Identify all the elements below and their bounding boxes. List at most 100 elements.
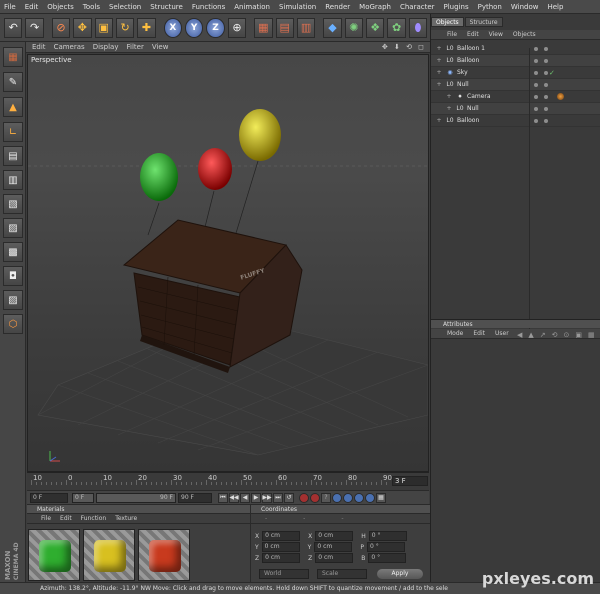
visibility-dots[interactable] [534, 118, 548, 123]
viewport-menu-display[interactable]: Display [93, 43, 119, 51]
left-tool-icon[interactable]: ▦ [3, 47, 23, 67]
render-visibility-dot[interactable] [544, 106, 548, 111]
attributes-nav-icon[interactable]: ⊙ [564, 331, 570, 339]
redo-icon[interactable]: ↷ [25, 17, 44, 38]
editor-visibility-dot[interactable] [534, 46, 538, 51]
menu-render[interactable]: Render [325, 3, 350, 11]
perspective-viewport[interactable]: Perspective FLUFFY [27, 54, 429, 472]
apply-button[interactable]: Apply [377, 569, 423, 579]
menu-selection[interactable]: Selection [109, 3, 141, 11]
editor-visibility-dot[interactable] [534, 58, 538, 63]
live-select-icon[interactable]: ⊘ [51, 17, 71, 38]
visibility-dots[interactable] [534, 94, 548, 99]
left-tool-icon[interactable]: ▧ [3, 194, 23, 214]
transport-button[interactable]: ◀ [240, 492, 250, 503]
menu-window[interactable]: Window [511, 3, 539, 11]
tab-objects[interactable]: Objects [431, 17, 464, 27]
object-menu-file[interactable]: File [447, 31, 457, 38]
transport-button[interactable]: ⏮ [218, 492, 228, 503]
menu-python[interactable]: Python [478, 3, 502, 11]
object-menu-edit[interactable]: Edit [467, 31, 479, 38]
coordinate-value-field[interactable]: 0 ° [368, 531, 407, 541]
object-list-item[interactable]: + L0 Null [431, 103, 600, 115]
visibility-dots[interactable] [534, 70, 548, 75]
render-visibility-dot[interactable] [544, 118, 548, 123]
editor-visibility-dot[interactable] [534, 106, 538, 111]
attributes-nav-icon[interactable]: ◀ [517, 331, 522, 339]
timeline[interactable]: 10 0 10 20 30 40 50 60 70 80 90 3 F [27, 472, 429, 490]
render-picture-icon[interactable]: ▤ [275, 17, 294, 38]
left-tool-icon[interactable]: ▲ [3, 97, 23, 117]
end-frame-field[interactable]: 90 F [178, 492, 212, 503]
render-visibility-dot[interactable] [544, 94, 548, 99]
coordinate-value-field[interactable]: 0 ° [366, 542, 405, 552]
add-object-icon[interactable]: ✚ [137, 17, 156, 38]
visibility-dots[interactable] [534, 46, 548, 51]
render-settings-icon[interactable]: ▥ [296, 17, 316, 38]
cube-primitive-icon[interactable]: ◆ [323, 17, 342, 38]
undo-icon[interactable]: ↶ [4, 17, 23, 38]
max-frame-field[interactable]: 90 F [96, 492, 176, 503]
coordinate-value-field[interactable]: 0 cm [315, 553, 354, 563]
material-swatch-green[interactable] [28, 529, 80, 581]
render-visibility-dot[interactable] [544, 58, 548, 63]
expand-icon[interactable]: + [435, 45, 443, 53]
object-list-item[interactable]: + L0 Balloon 1 [431, 43, 600, 55]
editor-visibility-dot[interactable] [534, 94, 538, 99]
expand-icon[interactable]: + [435, 117, 443, 125]
coordinate-value-field[interactable]: 0 cm [261, 542, 300, 552]
attributes-nav-icon[interactable]: ▲ [528, 331, 533, 339]
expand-icon[interactable]: + [445, 105, 453, 113]
attributes-nav-icon[interactable]: ↗ [540, 331, 546, 339]
object-list-item[interactable]: + L0 Balloon [431, 55, 600, 67]
deformer-icon[interactable]: ⬮ [408, 17, 428, 38]
attributes-menu-user[interactable]: User [495, 330, 509, 337]
record-icon[interactable] [299, 492, 309, 503]
array-icon[interactable]: ✿ [387, 17, 406, 38]
y-axis-lock-button[interactable]: Y [185, 17, 204, 38]
nurbs-icon[interactable]: ❖ [366, 17, 385, 38]
spline-icon[interactable]: ✺ [344, 17, 363, 38]
position-key-icon[interactable] [332, 492, 342, 503]
left-tool-icon[interactable]: ✎ [3, 72, 23, 92]
world-coordinates-icon[interactable]: ⊕ [227, 17, 247, 38]
coordinate-value-field[interactable]: 0 cm [262, 531, 301, 541]
attributes-menu-edit[interactable]: Edit [473, 330, 485, 337]
menu-help[interactable]: Help [547, 3, 563, 11]
scale-key-icon[interactable] [343, 492, 353, 503]
left-tool-icon[interactable]: ⬡ [3, 314, 23, 334]
render-visibility-dot[interactable] [544, 70, 548, 75]
camera-tag-icon[interactable] [557, 93, 564, 100]
left-tool-icon[interactable]: ▨ [3, 218, 23, 238]
left-tool-icon[interactable]: ◘ [3, 266, 23, 286]
expand-icon[interactable]: + [445, 93, 453, 101]
editor-visibility-dot[interactable] [534, 118, 538, 123]
render-visibility-dot[interactable] [544, 82, 548, 87]
viewport-menu-filter[interactable]: Filter [127, 43, 144, 51]
rotation-key-icon[interactable] [354, 492, 364, 503]
transport-button[interactable]: ↺ [284, 492, 294, 503]
visibility-dots[interactable] [534, 82, 548, 87]
transport-button[interactable]: ⏭ [273, 492, 283, 503]
size-mode-select[interactable]: Scale [317, 569, 367, 579]
material-swatch-red[interactable] [138, 529, 190, 581]
materials-menu-function[interactable]: Function [81, 515, 107, 522]
transport-button[interactable]: ▶ [251, 492, 261, 503]
viewport-menu-view[interactable]: View [152, 43, 169, 51]
visibility-dots[interactable] [534, 58, 548, 63]
attributes-nav-icon[interactable]: ▦ [588, 331, 595, 339]
left-tool-icon[interactable]: ▨ [3, 290, 23, 310]
left-tool-icon[interactable]: ▩ [3, 242, 23, 262]
menu-animation[interactable]: Animation [234, 3, 270, 11]
left-tool-icon[interactable]: ∟ [3, 122, 23, 142]
red-balloon[interactable] [198, 148, 232, 190]
menu-simulation[interactable]: Simulation [279, 3, 316, 11]
expand-icon[interactable]: + [435, 81, 443, 89]
object-menu-view[interactable]: View [489, 31, 503, 38]
yellow-balloon[interactable] [239, 109, 281, 161]
expand-icon[interactable]: + [435, 57, 443, 65]
menu-plugins[interactable]: Plugins [444, 3, 469, 11]
move-icon[interactable]: ✥ [73, 17, 92, 38]
autokey-icon[interactable] [310, 492, 320, 503]
viewport-nav-icons[interactable]: ✥ ⬇ ⟲ ◻ [382, 43, 426, 51]
